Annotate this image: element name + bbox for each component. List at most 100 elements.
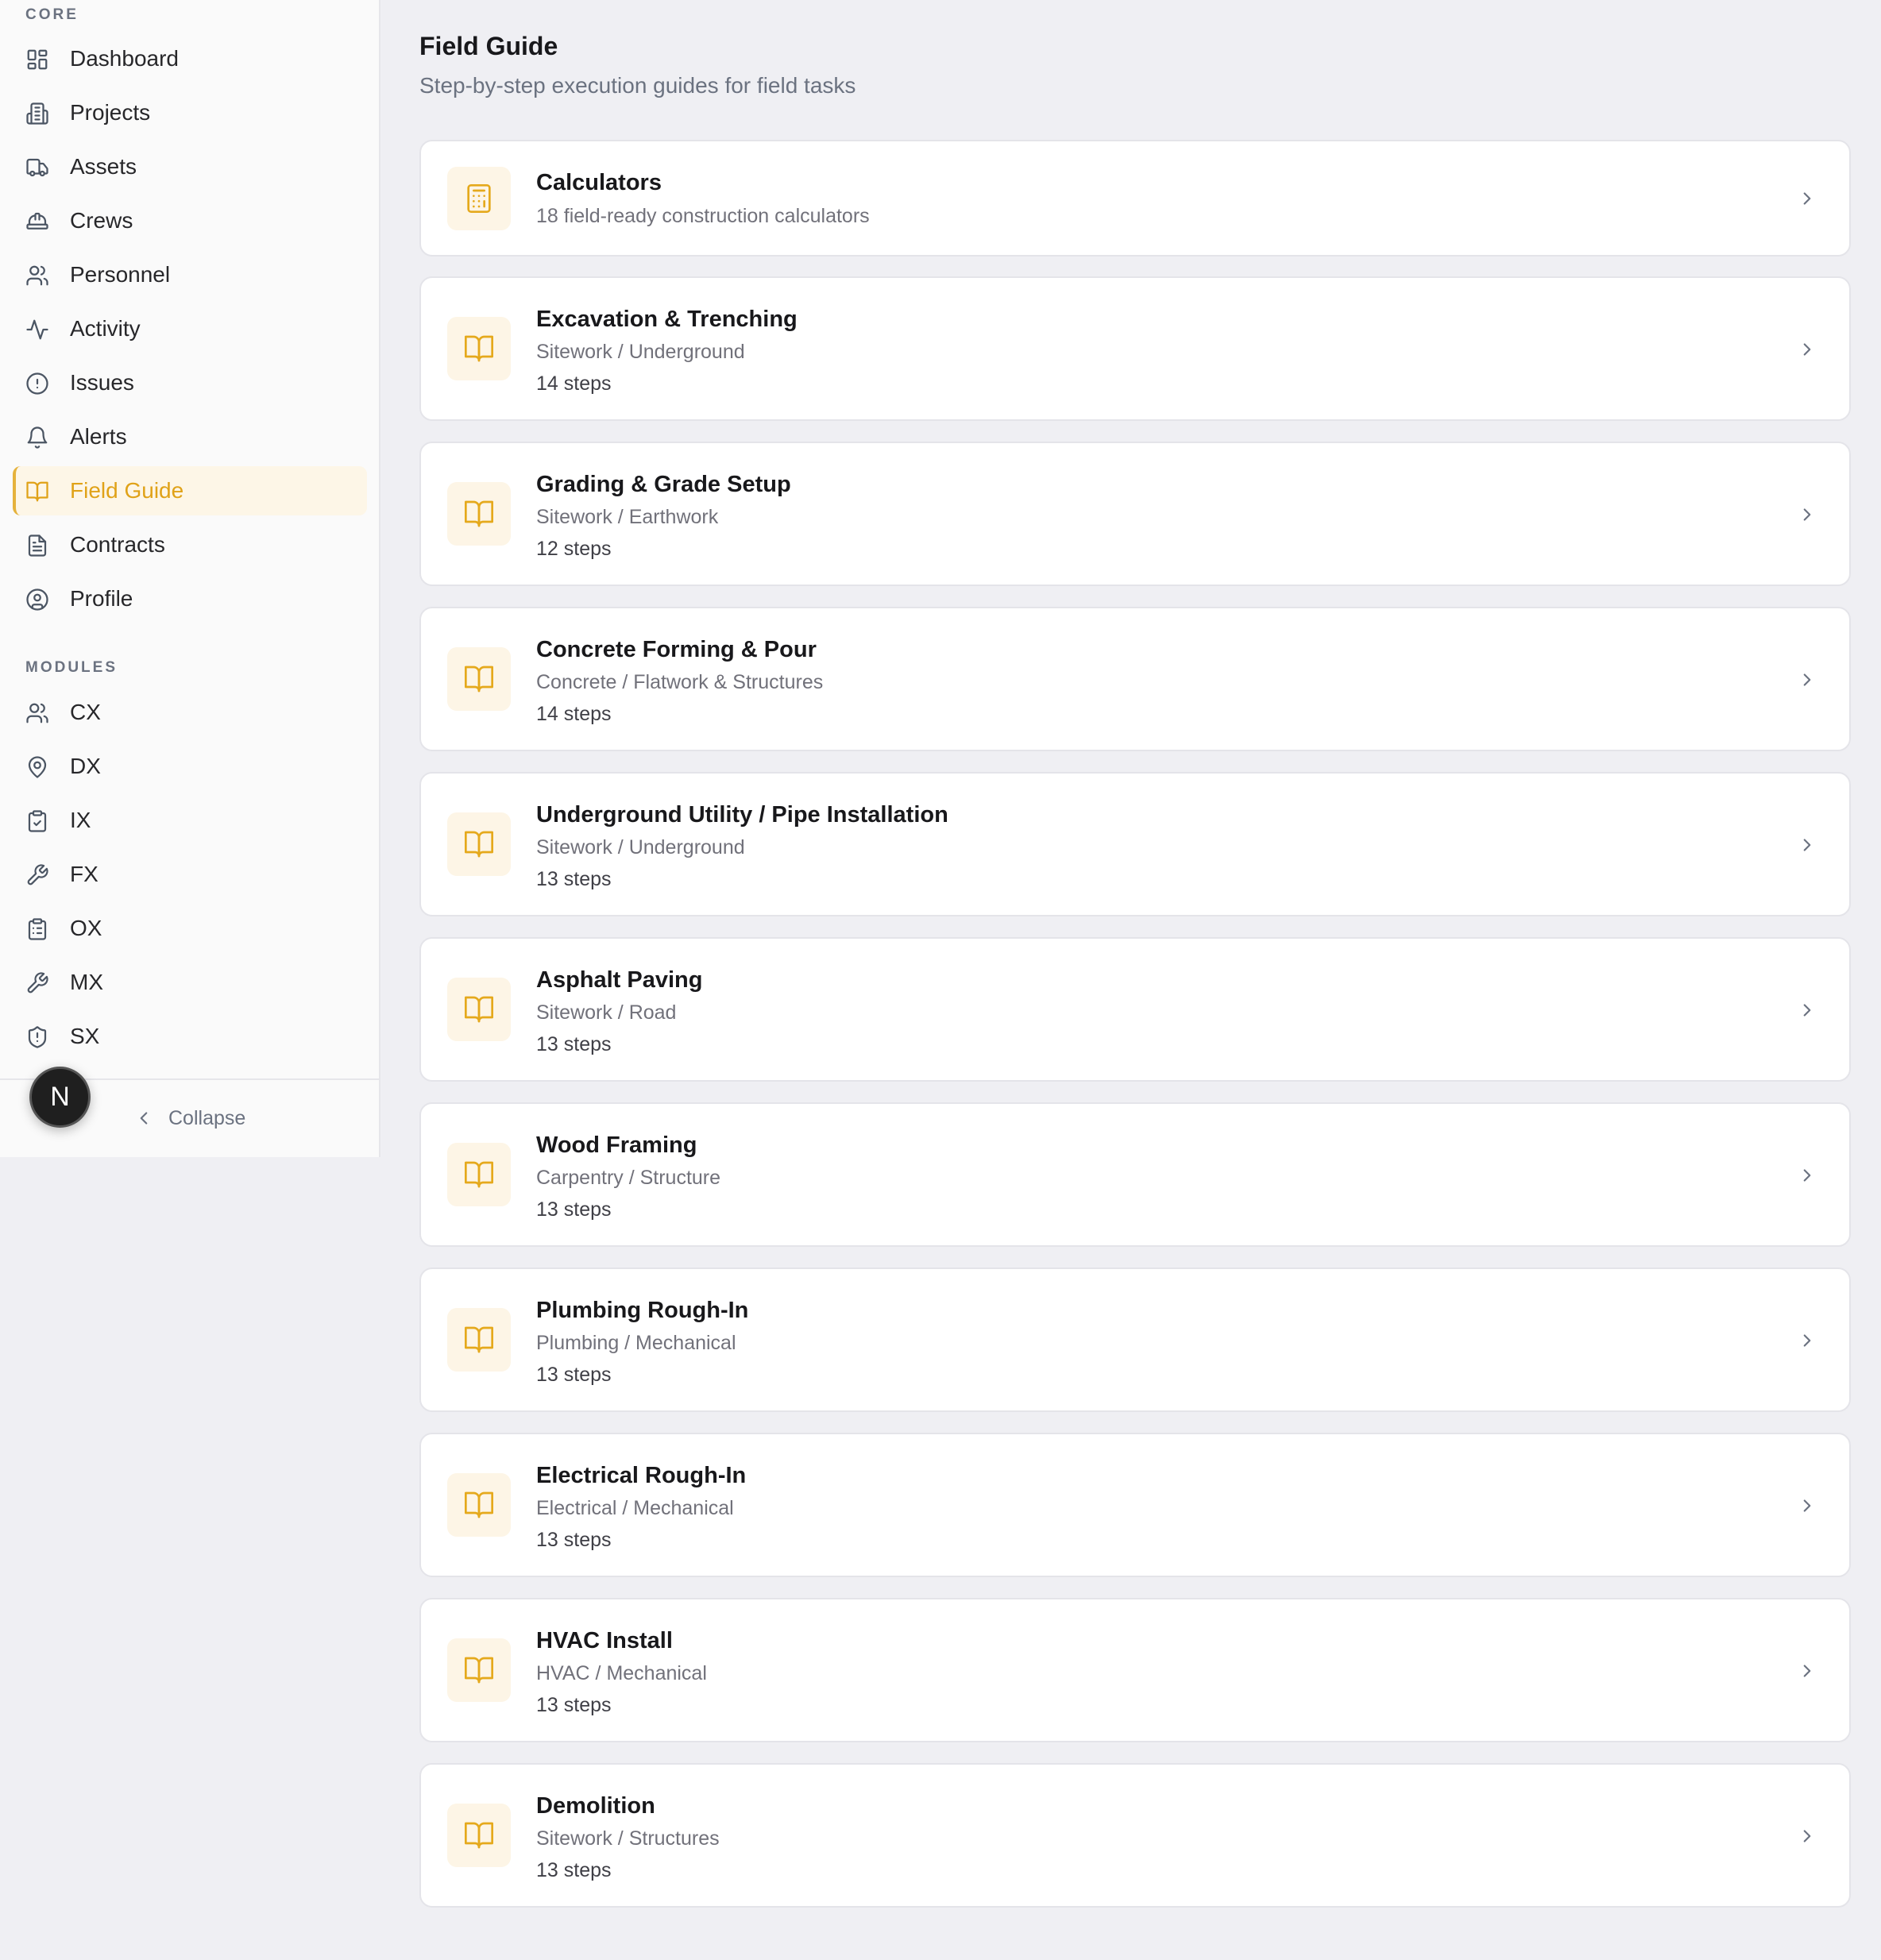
sidebar-item-label: IX [70,808,91,832]
chevron-right-icon [1797,1165,1817,1186]
sidebar-item-dx[interactable]: DX [13,742,367,791]
card-steps: 13 steps [536,1694,612,1716]
sidebar-item-contracts[interactable]: Contracts [13,520,367,569]
section-label-core: CORE [25,6,79,23]
alert-circle-icon [25,372,49,395]
sidebar-item-label: Contracts [70,532,165,557]
card-category: Sitework / Structures [536,1827,720,1850]
sidebar-item-ix[interactable]: IX [13,796,367,845]
guide-card[interactable]: Asphalt Paving Sitework / Road 13 steps [419,937,1851,1082]
card-category: Sitework / Underground [536,836,745,858]
book-open-icon [447,1473,511,1537]
card-steps: 13 steps [536,868,612,890]
sidebar-item-issues[interactable]: Issues [13,358,367,407]
card-category: Sitework / Earthwork [536,506,719,528]
sidebar-item-label: Dashboard [70,46,179,71]
guide-card[interactable]: HVAC Install HVAC / Mechanical 13 steps [419,1598,1851,1742]
sidebar-item-profile[interactable]: Profile [13,574,367,623]
card-steps: 13 steps [536,1529,612,1551]
chevron-right-icon [1797,1826,1817,1846]
card-steps: 13 steps [536,1033,612,1055]
card-steps: 14 steps [536,703,612,725]
app-root: CORE Dashboard Projects Assets Crews Per… [0,0,1881,1960]
card-title: Grading & Grade Setup [536,472,791,497]
guide-card[interactable]: Concrete Forming & Pour Concrete / Flatw… [419,607,1851,751]
avatar[interactable]: N [29,1067,91,1128]
card-title: Wood Framing [536,1132,697,1158]
sidebar-item-label: CX [70,700,101,724]
sidebar-item-mx[interactable]: MX [13,958,367,1007]
card-title: Asphalt Paving [536,967,703,993]
card-title: Electrical Rough-In [536,1463,747,1488]
card-title: Excavation & Trenching [536,307,798,332]
sidebar-item-label: DX [70,754,101,778]
sidebar-item-sx[interactable]: SX [13,1012,367,1061]
card-category: HVAC / Mechanical [536,1662,707,1684]
sidebar-item-label: Crews [70,208,133,233]
sidebar-item-label: Projects [70,100,151,125]
card-title: Plumbing Rough-In [536,1298,749,1323]
book-open-icon [447,482,511,546]
card-steps: 13 steps [536,1364,612,1386]
sidebar-item-cx[interactable]: CX [13,688,367,737]
truck-icon [25,156,49,179]
chevron-right-icon [1797,188,1817,209]
hard-hat-icon [25,210,49,233]
sidebar-item-label: Field Guide [70,478,184,503]
card-category: Electrical / Mechanical [536,1497,734,1519]
guide-card[interactable]: Plumbing Rough-In Plumbing / Mechanical … [419,1267,1851,1412]
sidebar-item-projects[interactable]: Projects [13,88,367,137]
clipboard-check-icon [25,809,49,833]
sidebar-item-label: Assets [70,154,137,179]
sidebar-item-personnel[interactable]: Personnel [13,250,367,299]
users-icon [25,264,49,287]
chevron-right-icon [1797,504,1817,525]
guide-card[interactable]: Excavation & Trenching Sitework / Underg… [419,276,1851,421]
card-category: Carpentry / Structure [536,1167,721,1189]
sidebar-item-label: MX [70,970,103,994]
sidebar-item-fx[interactable]: FX [13,850,367,899]
guide-card[interactable]: Underground Utility / Pipe Installation … [419,772,1851,916]
card-subtitle: 18 field-ready construction calculators [536,205,870,227]
card-title: Calculators [536,170,662,195]
sidebar-item-label: OX [70,916,102,940]
activity-icon [25,318,49,341]
sidebar-item-ox[interactable]: OX [13,904,367,953]
sidebar-item-activity[interactable]: Activity [13,304,367,353]
sidebar-item-assets[interactable]: Assets [13,142,367,191]
chevron-right-icon [1797,669,1817,690]
chevron-right-icon [1797,835,1817,855]
chevron-right-icon [1797,339,1817,360]
card-title: Underground Utility / Pipe Installation [536,802,948,828]
book-open-icon [447,1638,511,1702]
card-title: Demolition [536,1793,655,1819]
guide-card[interactable]: Grading & Grade Setup Sitework / Earthwo… [419,442,1851,586]
guide-card[interactable]: Demolition Sitework / Structures 13 step… [419,1763,1851,1908]
book-open-icon [447,647,511,711]
chevron-right-icon [1797,1661,1817,1681]
guide-card[interactable]: Electrical Rough-In Electrical / Mechani… [419,1433,1851,1577]
book-open-icon [447,812,511,876]
map-pin-icon [25,755,49,779]
card-category: Concrete / Flatwork & Structures [536,671,824,693]
collapse-label: Collapse [168,1106,246,1129]
sidebar-item-field-guide[interactable]: Field Guide [13,466,367,515]
book-open-icon [447,1143,511,1206]
wrench-icon [25,863,49,887]
sidebar-item-crews[interactable]: Crews [13,196,367,245]
book-open-icon [447,978,511,1041]
sidebar-item-alerts[interactable]: Alerts [13,412,367,461]
collapse-button[interactable]: Collapse [133,1102,245,1134]
chevron-left-icon [133,1108,154,1129]
sidebar: CORE Dashboard Projects Assets Crews Per… [0,0,380,1157]
sidebar-item-label: FX [70,862,98,886]
calculators-card[interactable]: Calculators 18 field-ready construction … [419,140,1851,257]
chevron-right-icon [1797,1495,1817,1516]
card-steps: 14 steps [536,372,612,395]
section-label-modules: MODULES [25,659,118,676]
guide-card[interactable]: Wood Framing Carpentry / Structure 13 st… [419,1102,1851,1247]
card-category: Plumbing / Mechanical [536,1332,736,1354]
dashboard-icon [25,48,49,71]
file-text-icon [25,534,49,558]
sidebar-item-dashboard[interactable]: Dashboard [13,34,367,83]
